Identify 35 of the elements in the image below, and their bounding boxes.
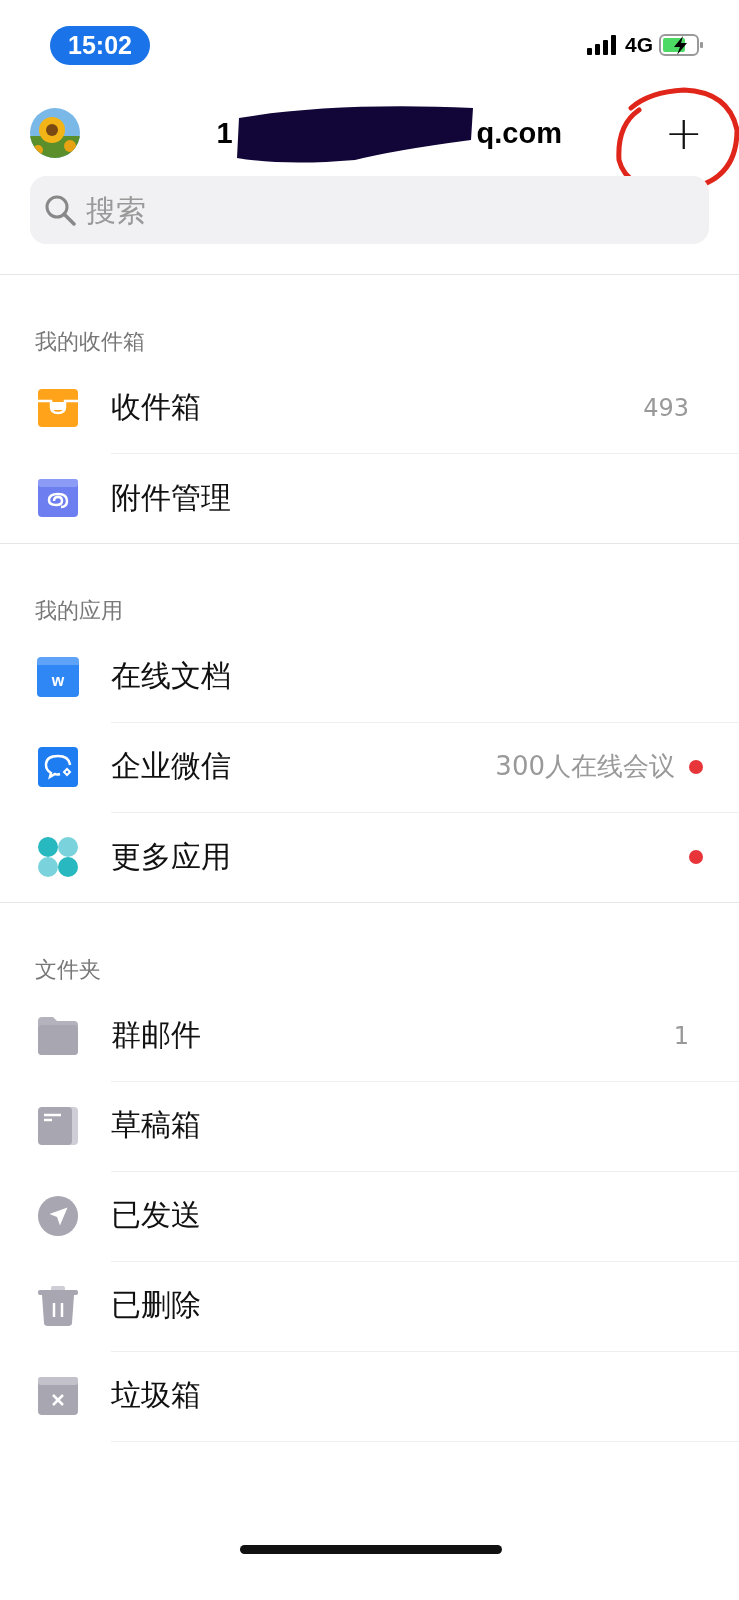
folder-label[interactable]: 在线文档 xyxy=(111,656,703,697)
unread-count: 1 xyxy=(673,1021,689,1050)
battery-icon xyxy=(659,34,703,56)
folder-label[interactable]: 群邮件 xyxy=(111,1015,674,1056)
folder-label[interactable]: 企业微信 xyxy=(111,746,496,787)
folder-label[interactable]: 更多应用 xyxy=(111,836,689,878)
status-time: 15:02 xyxy=(50,25,150,65)
document-icon: w xyxy=(37,657,79,697)
email-address: q.com xyxy=(476,116,562,150)
chat-icon xyxy=(37,746,79,788)
folder-label[interactable]: 收件箱 xyxy=(111,387,644,428)
paper-plane-icon xyxy=(37,1194,79,1238)
promo-note: 300人在线会议 xyxy=(495,750,675,783)
folder-icon xyxy=(37,1015,79,1057)
signal-icon xyxy=(587,35,619,55)
folder-label[interactable]: 已发送 xyxy=(111,1195,703,1236)
search-field[interactable]: 搜索 xyxy=(30,176,709,244)
network-label: 4G xyxy=(625,33,653,57)
notepad-icon xyxy=(37,1105,79,1147)
folder-label[interactable]: 垃圾箱 xyxy=(111,1375,703,1416)
folder-label[interactable]: 附件管理 xyxy=(111,477,703,519)
search-icon xyxy=(44,194,76,226)
folder-label[interactable]: 已删除 xyxy=(111,1285,703,1326)
unread-count: 493 xyxy=(643,393,689,422)
apps-icon xyxy=(37,836,79,878)
section-title: 我的应用 xyxy=(35,597,123,625)
section-title: 我的收件箱 xyxy=(35,328,145,356)
add-button[interactable]: + xyxy=(658,110,709,156)
inbox-icon xyxy=(37,387,79,429)
folder-label[interactable]: 草稿箱 xyxy=(111,1105,703,1146)
spam-icon xyxy=(37,1375,79,1417)
trash-icon xyxy=(37,1285,79,1327)
paperclip-icon xyxy=(37,477,79,519)
section-title: 文件夹 xyxy=(35,956,101,984)
email-address: 1 xyxy=(216,116,233,150)
